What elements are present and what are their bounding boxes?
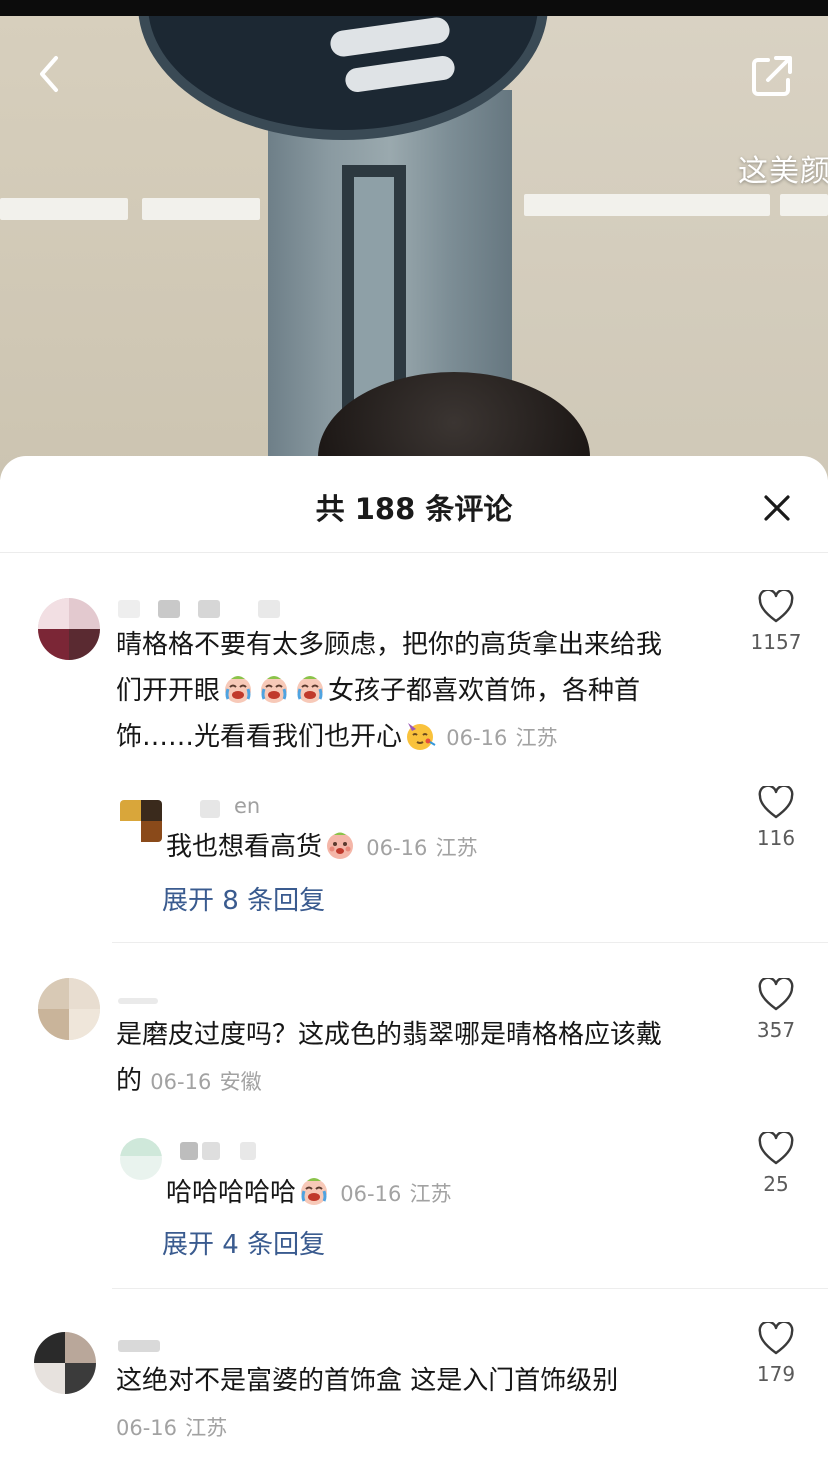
crying-laugh-emoji (297, 676, 324, 703)
comment-line: 们开开眼 女孩子都喜欢首饰，各种首 (116, 668, 726, 714)
like-count: 25 (763, 1172, 789, 1196)
crying-laugh-emoji (225, 676, 252, 703)
avatar[interactable] (34, 1332, 96, 1394)
like-count: 179 (756, 1362, 796, 1386)
video-scene-light (524, 194, 770, 216)
avatar[interactable] (120, 1138, 162, 1180)
comment-region: 安徽 (219, 1070, 262, 1094)
status-bar (0, 0, 828, 16)
comment-text-segment: 饰……光看看我们也开心 (116, 722, 403, 752)
like-count: 1157 (750, 630, 802, 654)
heart-icon (758, 1322, 794, 1355)
avatar[interactable] (38, 598, 100, 660)
share-icon (752, 56, 792, 96)
comment-item: 是磨皮过度吗？这成色的翡翠哪是晴格格应该戴 的 06-16 安徽 357 (0, 970, 828, 1110)
video-scene-light (0, 198, 128, 220)
comment-line: 晴格格不要有太多顾虑，把你的高货拿出来给我 (116, 630, 663, 660)
like-button[interactable]: 179 (746, 1322, 806, 1386)
video-scene-light (142, 198, 260, 220)
heart-icon (758, 1132, 794, 1165)
comment-line: 是磨皮过度吗？这成色的翡翠哪是晴格格应该戴 (116, 1020, 663, 1050)
username[interactable] (118, 1338, 198, 1358)
chevron-left-icon (40, 56, 58, 92)
avatar[interactable] (120, 800, 162, 842)
crying-laugh-emoji (301, 1178, 328, 1205)
reply-item: en 我也想看高货 06-16 江苏 116 (0, 786, 828, 876)
comment-line: 的 06-16 安徽 (116, 1058, 726, 1105)
video-player[interactable] (0, 0, 828, 480)
video-scene-light (780, 194, 828, 216)
comment-line: 这绝对不是富婆的首饰盒 这是入门首饰级别 (116, 1366, 619, 1396)
comment-item: 这绝对不是富婆的首饰盒 这是入门首饰级别 06-16 江苏 179 (0, 1318, 828, 1458)
comment-text-segment: 的 (116, 1066, 143, 1096)
close-icon (764, 495, 790, 521)
heart-icon (758, 590, 794, 623)
video-caption-text: 这美颜 (738, 154, 828, 189)
comment-region: 江苏 (435, 836, 478, 860)
avatar[interactable] (38, 978, 100, 1040)
comment-date: 06-16 (446, 726, 508, 750)
party-face-emoji (407, 723, 436, 750)
comment-sheet-header: 共 188 条评论 (0, 456, 828, 553)
share-button[interactable] (746, 50, 798, 102)
comment-region: 江苏 (185, 1416, 228, 1440)
comment-count-title: 共 188 条评论 (315, 492, 513, 526)
comment-text: 这绝对不是富婆的首饰盒 这是入门首饰级别 06-16 江苏 (116, 1358, 726, 1451)
comment-line: 06-16 江苏 (116, 1404, 726, 1451)
comment-region: 江苏 (409, 1182, 452, 1206)
comment-sheet: 共 188 条评论 晴格格不要有太多顾虑，把你的高货拿出来给我 们开开眼 女孩子都… (0, 456, 828, 1474)
expand-replies-button[interactable]: 展开 8 条回复 (162, 880, 325, 917)
comment-date: 06-16 (116, 1416, 178, 1440)
username[interactable]: en (200, 794, 300, 820)
comment-text: 是磨皮过度吗？这成色的翡翠哪是晴格格应该戴 的 06-16 安徽 (116, 1012, 726, 1105)
username[interactable] (180, 1142, 280, 1162)
expand-replies-button[interactable]: 展开 4 条回复 (162, 1224, 325, 1261)
back-button[interactable] (26, 50, 74, 98)
comment-text-segment: 哈哈哈哈哈 (166, 1178, 297, 1208)
close-button[interactable] (757, 488, 797, 528)
comment-text: 晴格格不要有太多顾虑，把你的高货拿出来给我 们开开眼 女孩子都喜欢首饰，各种首 饰… (116, 622, 726, 761)
like-count: 116 (756, 826, 796, 850)
comment-text-segment: 女孩子都喜欢首饰，各种首 (328, 676, 641, 706)
comment-region: 江苏 (515, 726, 558, 750)
comment-date: 06-16 (366, 836, 428, 860)
comment-text: 我也想看高货 06-16 江苏 (166, 824, 726, 871)
comment-text-segment: 我也想看高货 (166, 832, 323, 862)
divider (112, 1288, 828, 1289)
comment-date: 06-16 (340, 1182, 402, 1206)
like-button[interactable]: 1157 (746, 590, 806, 654)
like-button[interactable]: 25 (746, 1132, 806, 1196)
pout-emoji (327, 832, 354, 859)
crying-laugh-emoji (261, 676, 288, 703)
like-button[interactable]: 357 (746, 978, 806, 1042)
like-button[interactable]: 116 (746, 786, 806, 850)
username[interactable] (118, 600, 318, 620)
comment-line: 饰……光看看我们也开心 06-16 江苏 (116, 714, 726, 761)
divider (112, 942, 828, 943)
reply-item: 哈哈哈哈哈 06-16 江苏 25 (0, 1132, 828, 1222)
username[interactable] (118, 990, 198, 1010)
heart-icon (758, 978, 794, 1011)
like-count: 357 (756, 1018, 796, 1042)
heart-icon (758, 786, 794, 819)
comment-text: 哈哈哈哈哈 06-16 江苏 (166, 1170, 726, 1217)
comment-date: 06-16 (150, 1070, 212, 1094)
username-text: en (234, 794, 261, 818)
comment-item: 晴格格不要有太多顾虑，把你的高货拿出来给我 们开开眼 女孩子都喜欢首饰，各种首 饰… (0, 580, 828, 780)
comment-text-segment: 们开开眼 (116, 676, 221, 706)
